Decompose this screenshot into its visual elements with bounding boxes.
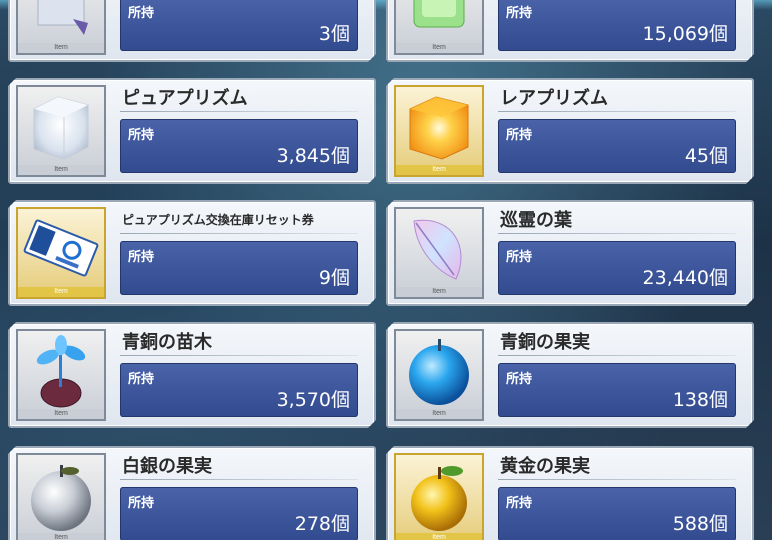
divider <box>498 233 736 234</box>
item-icon-frame: Item <box>394 0 484 55</box>
bronze-sapling-icon <box>18 331 104 409</box>
item-card[interactable]: Item レアプリズム 所持 45個 <box>386 78 754 184</box>
item-card[interactable]: Item 白銀の果実 所持 278個 <box>8 446 376 540</box>
item-name: レアプリズム <box>500 88 608 109</box>
item-tag: Item <box>396 409 482 419</box>
quantity-panel: 所持 278個 <box>120 487 358 540</box>
held-label: 所持 <box>128 372 155 387</box>
quantity-value: 138個 <box>672 389 728 411</box>
quantity-value: 9個 <box>318 267 350 289</box>
item-name: ピュアプリズム交換在庫リセット券 <box>122 213 314 227</box>
quantity-panel: 所持 23,440個 <box>498 241 736 295</box>
quantity-value: 45個 <box>684 145 728 167</box>
item-tag: Item <box>18 409 104 419</box>
quantity-panel: 所持 3,570個 <box>120 363 358 417</box>
item-card[interactable]: Item 所持 3個 <box>8 0 376 62</box>
divider <box>498 111 736 112</box>
pure-prism-icon <box>18 87 104 165</box>
quantity-value: 23,440個 <box>642 267 728 289</box>
divider <box>498 479 736 480</box>
item-tag: Item <box>396 533 482 540</box>
held-label: 所持 <box>128 6 155 21</box>
item-name: 白銀の果実 <box>122 456 212 477</box>
silver-fruit-icon <box>18 455 104 533</box>
item-tag: Item <box>396 43 482 53</box>
item-icon-frame: Item <box>394 329 484 421</box>
divider <box>120 479 358 480</box>
item-card[interactable]: Item 黄金の果実 所持 588個 <box>386 446 754 540</box>
item-card[interactable]: Item ピュアプリズム 所持 3,845個 <box>8 78 376 184</box>
item-name: 青銅の苗木 <box>122 332 212 353</box>
golden-fruit-icon <box>396 455 482 533</box>
item-tag: Item <box>396 165 482 175</box>
held-label: 所持 <box>506 372 533 387</box>
held-label: 所持 <box>128 250 155 265</box>
divider <box>120 355 358 356</box>
divider <box>120 233 358 234</box>
held-label: 所持 <box>506 496 533 511</box>
quantity-panel: 所持 45個 <box>498 119 736 173</box>
item-icon-frame: Item <box>16 329 106 421</box>
quantity-panel: 所持 588個 <box>498 487 736 540</box>
spirit-leaf-icon <box>396 209 482 287</box>
held-label: 所持 <box>506 6 533 21</box>
quantity-value: 3,570個 <box>276 389 350 411</box>
bronze-fruit-icon <box>396 331 482 409</box>
item-icon-frame: Item <box>16 0 106 55</box>
item-icon-frame: Item <box>16 453 106 540</box>
quantity-value: 278個 <box>294 513 350 535</box>
quantity-value: 3,845個 <box>276 145 350 167</box>
reset-ticket-icon <box>18 209 104 287</box>
item-card[interactable]: Item 所持 15,069個 <box>386 0 754 62</box>
quantity-panel: 所持 138個 <box>498 363 736 417</box>
held-label: 所持 <box>506 128 533 143</box>
item-card[interactable]: Item ピュアプリズム交換在庫リセット券 所持 9個 <box>8 200 376 306</box>
item-tag: Item <box>18 533 104 540</box>
item-grid[interactable]: Item 所持 3個 Item 所持 15,069個 Item ピュアプリズム … <box>0 0 772 540</box>
held-label: 所持 <box>506 250 533 265</box>
item-tag: Item <box>18 287 104 297</box>
quantity-panel: 所持 15,069個 <box>498 0 736 51</box>
held-label: 所持 <box>128 496 155 511</box>
item-tag: Item <box>18 43 104 53</box>
quantity-panel: 所持 3個 <box>120 0 358 51</box>
item-tag: Item <box>18 165 104 175</box>
item-icon-frame: Item <box>394 207 484 299</box>
item-icon-frame: Item <box>16 85 106 177</box>
item-icon-frame: Item <box>394 453 484 540</box>
divider <box>120 111 358 112</box>
item-icon-frame: Item <box>394 85 484 177</box>
item-name: ピュアプリズム <box>122 88 248 109</box>
held-label: 所持 <box>128 128 155 143</box>
quantity-value: 3個 <box>318 23 350 45</box>
item-card[interactable]: Item 青銅の果実 所持 138個 <box>386 322 754 428</box>
item-name: 青銅の果実 <box>500 332 590 353</box>
green-crystal-icon <box>396 0 482 43</box>
quantity-value: 588個 <box>672 513 728 535</box>
item-card[interactable]: Item 巡霊の葉 所持 23,440個 <box>386 200 754 306</box>
prism-partial-icon <box>18 0 104 43</box>
item-name: 黄金の果実 <box>500 456 590 477</box>
quantity-value: 15,069個 <box>642 23 728 45</box>
rare-prism-icon <box>396 87 482 165</box>
divider <box>498 355 736 356</box>
quantity-panel: 所持 9個 <box>120 241 358 295</box>
item-card[interactable]: Item 青銅の苗木 所持 3,570個 <box>8 322 376 428</box>
item-tag: Item <box>396 287 482 297</box>
item-name: 巡霊の葉 <box>500 210 572 231</box>
quantity-panel: 所持 3,845個 <box>120 119 358 173</box>
item-icon-frame: Item <box>16 207 106 299</box>
